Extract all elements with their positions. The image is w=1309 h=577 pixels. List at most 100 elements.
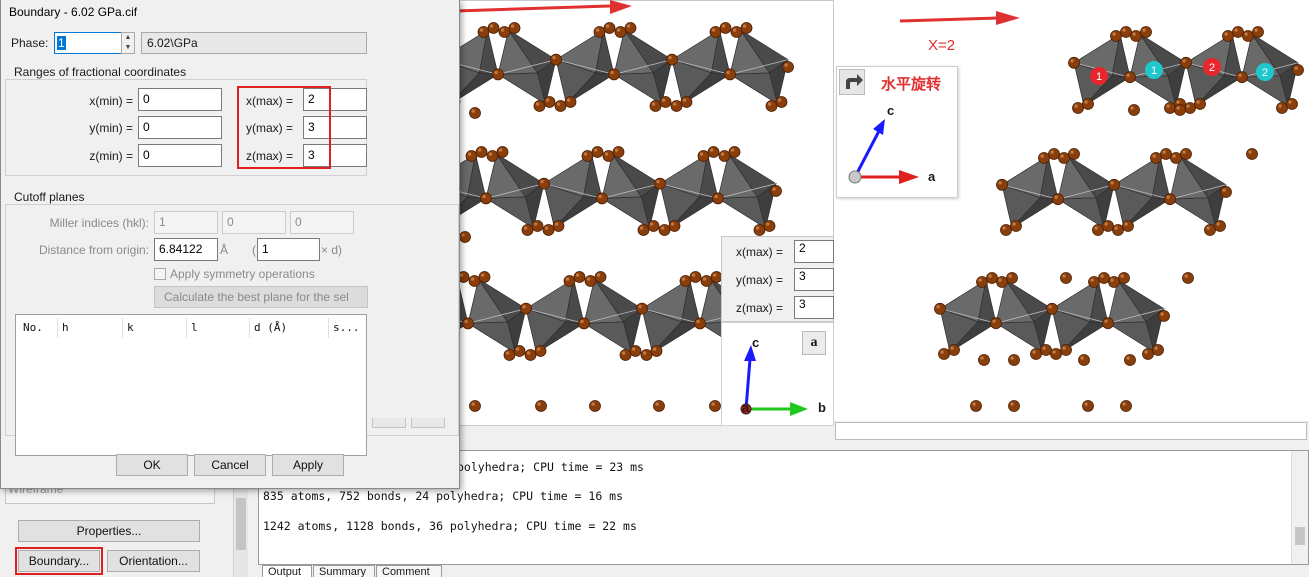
planes-table[interactable]: No. h k l d (Å) s... bbox=[15, 314, 367, 456]
tab-output[interactable]: Output bbox=[262, 565, 312, 577]
atom bbox=[1286, 98, 1298, 110]
cutoff-title: Cutoff planes bbox=[12, 190, 87, 204]
atom-highlight bbox=[1132, 32, 1136, 36]
atom-highlight bbox=[1120, 274, 1124, 278]
atom-highlight bbox=[1052, 350, 1056, 354]
calculate-plane-button[interactable]: Calculate the best plane for the sel bbox=[154, 286, 368, 308]
atom bbox=[765, 100, 778, 112]
atom-highlight bbox=[1166, 104, 1170, 108]
atom bbox=[697, 150, 710, 162]
atom bbox=[647, 220, 660, 232]
side-panel-scrollbar[interactable] bbox=[233, 478, 248, 577]
properties-button[interactable]: Properties... bbox=[18, 520, 200, 542]
atom-highlight bbox=[1090, 278, 1094, 282]
ymin-input[interactable]: 0 bbox=[138, 116, 222, 139]
atom-highlight bbox=[554, 222, 559, 226]
phase-spinner[interactable]: ▲ ▼ bbox=[121, 32, 135, 54]
atom bbox=[1194, 98, 1206, 110]
structure-view-x2[interactable]: 1 1 2 2 bbox=[834, 0, 1309, 421]
atom-highlight bbox=[1060, 154, 1064, 158]
col-sep bbox=[186, 318, 187, 338]
miller-k-input[interactable]: 0 bbox=[222, 211, 286, 234]
inset-zmax-input[interactable]: 3 bbox=[794, 296, 834, 319]
atom-highlight bbox=[540, 180, 544, 184]
symmetry-checkbox[interactable] bbox=[154, 268, 166, 280]
atom-highlight bbox=[1248, 150, 1252, 154]
tab-comment[interactable]: Comment bbox=[376, 565, 442, 577]
atom bbox=[469, 107, 481, 119]
atom bbox=[554, 100, 567, 112]
atom bbox=[1276, 102, 1288, 114]
atom bbox=[654, 177, 666, 190]
atom bbox=[1088, 276, 1100, 288]
atom bbox=[469, 400, 481, 412]
atom bbox=[629, 345, 642, 357]
angstrom-unit: Å bbox=[220, 243, 229, 257]
atom-highlight bbox=[732, 28, 737, 32]
miller-l-input[interactable]: 0 bbox=[290, 211, 354, 234]
col-sep bbox=[249, 318, 250, 338]
phase-input[interactable]: 1 bbox=[54, 32, 122, 54]
atom bbox=[679, 275, 692, 287]
atom bbox=[486, 150, 499, 162]
atom-highlight bbox=[1094, 226, 1098, 230]
atom bbox=[1236, 71, 1248, 84]
distance-input[interactable]: 6.84122 bbox=[154, 238, 218, 261]
atom bbox=[1142, 348, 1154, 360]
atom-highlight bbox=[992, 319, 996, 323]
console-scrollbar[interactable] bbox=[1291, 451, 1308, 564]
atom bbox=[740, 22, 753, 34]
ok-button[interactable]: OK bbox=[116, 454, 188, 476]
phase-name-field[interactable]: 6.02\GPa bbox=[141, 32, 367, 54]
atom-highlight bbox=[1114, 226, 1118, 230]
atom-highlight bbox=[672, 102, 677, 106]
atom-highlight bbox=[552, 56, 556, 60]
x-arrow-icon bbox=[899, 11, 1020, 25]
atom bbox=[603, 22, 616, 34]
atom-number-label: 1 bbox=[1151, 65, 1157, 77]
atom-highlight bbox=[1012, 222, 1016, 226]
boundary-button[interactable]: Boundary... bbox=[15, 547, 103, 575]
atom-highlight bbox=[1206, 226, 1210, 230]
atom bbox=[552, 220, 565, 232]
atom-highlight bbox=[626, 24, 631, 28]
atom bbox=[1098, 272, 1110, 284]
scrollbar-thumb[interactable] bbox=[1295, 527, 1305, 545]
atom bbox=[653, 400, 665, 412]
col-header-d: d (Å) bbox=[254, 321, 288, 334]
xmin-label: x(min) = bbox=[89, 94, 133, 108]
atom-highlight bbox=[616, 28, 621, 32]
atom bbox=[1102, 220, 1114, 232]
atom bbox=[1040, 344, 1052, 356]
zmin-input[interactable]: 0 bbox=[138, 144, 222, 167]
atom-highlight bbox=[1216, 222, 1220, 226]
apply-button[interactable]: Apply bbox=[272, 454, 344, 476]
tab-summary[interactable]: Summary bbox=[313, 565, 375, 577]
xmin-input[interactable]: 0 bbox=[138, 88, 222, 111]
table-side-button[interactable] bbox=[411, 418, 445, 428]
atom-highlight bbox=[642, 351, 647, 355]
atom-highlight bbox=[765, 222, 770, 226]
atom bbox=[1220, 186, 1232, 198]
col-header-k: k bbox=[127, 321, 134, 334]
atom bbox=[563, 275, 576, 287]
symmetry-label: Apply symmetry operations bbox=[170, 267, 315, 281]
cancel-button[interactable]: Cancel bbox=[194, 454, 266, 476]
multiplier-input[interactable]: 1 bbox=[257, 238, 320, 261]
toolbar-field[interactable] bbox=[835, 422, 1307, 440]
miller-h-input[interactable]: 1 bbox=[154, 211, 218, 234]
inset-xmax-input[interactable]: 2 bbox=[794, 240, 834, 263]
axis-c-label: c bbox=[752, 335, 760, 350]
scrollbar-thumb[interactable] bbox=[236, 498, 246, 550]
atom-highlight bbox=[714, 194, 718, 199]
atom-highlight bbox=[699, 152, 704, 156]
orientation-button[interactable]: Orientation... bbox=[107, 550, 200, 572]
atom bbox=[978, 354, 990, 366]
inset-ymax-input[interactable]: 3 bbox=[794, 268, 834, 291]
table-side-button[interactable] bbox=[372, 418, 406, 428]
atom bbox=[1048, 148, 1060, 160]
atom bbox=[496, 146, 509, 158]
atom bbox=[934, 302, 946, 315]
atom-highlight bbox=[1234, 28, 1238, 32]
atom-highlight bbox=[1048, 305, 1052, 309]
